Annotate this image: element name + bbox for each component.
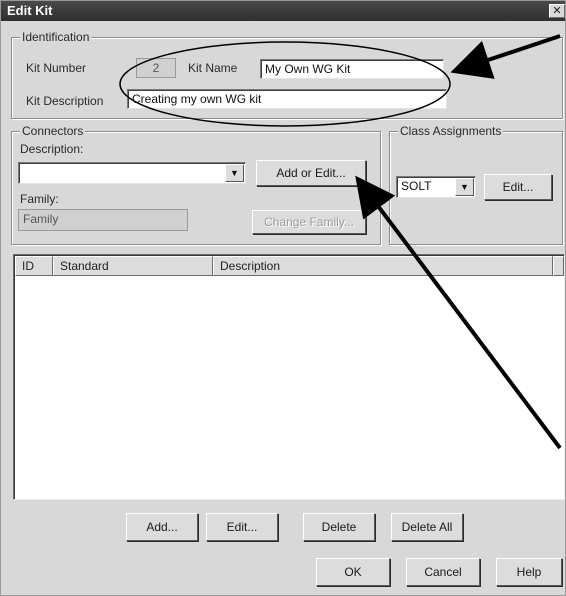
connectors-legend: Connectors (20, 124, 86, 138)
help-button[interactable]: Help (496, 558, 562, 586)
connector-description-label: Description: (20, 142, 84, 156)
close-icon[interactable]: ✕ (549, 4, 565, 18)
kit-number-field: 2 (136, 58, 176, 78)
class-edit-button[interactable]: Edit... (484, 174, 552, 200)
connector-description-combo[interactable] (18, 162, 246, 184)
identification-legend: Identification (20, 30, 92, 44)
title-bar[interactable]: Edit Kit ✕ (1, 1, 565, 21)
kit-name-input[interactable]: My Own WG Kit (260, 59, 444, 79)
family-label: Family: (20, 192, 59, 206)
column-header-description[interactable]: Description (213, 256, 553, 276)
column-header-id[interactable]: ID (15, 256, 53, 276)
kit-name-label: Kit Name (188, 61, 238, 75)
chevron-down-icon[interactable]: ▼ (455, 178, 474, 196)
kit-description-input[interactable]: Creating my own WG kit (127, 89, 447, 109)
chevron-down-icon[interactable]: ▼ (225, 164, 244, 182)
dialog-title: Edit Kit (7, 3, 53, 18)
edit-kit-dialog: Edit Kit ✕ Identification Kit Number 2 K… (0, 0, 566, 596)
family-field: Family (18, 209, 188, 231)
column-header-standard[interactable]: Standard (53, 256, 213, 276)
delete-all-button[interactable]: Delete All (391, 513, 463, 541)
standards-list[interactable]: ID Standard Description (13, 254, 565, 500)
add-or-edit-button[interactable]: Add or Edit... (256, 160, 366, 186)
column-header-filler (553, 256, 564, 276)
ok-button[interactable]: OK (316, 558, 390, 586)
kit-description-label: Kit Description (26, 94, 104, 108)
change-family-button[interactable]: Change Family... (252, 210, 366, 234)
class-assignments-group: Class Assignments SOLT ▼ Edit... (389, 124, 563, 245)
connectors-group: Connectors Description: ▼ Add or Edit...… (11, 124, 381, 245)
class-assignments-legend: Class Assignments (398, 124, 504, 138)
delete-button[interactable]: Delete (303, 513, 375, 541)
edit-button[interactable]: Edit... (206, 513, 278, 541)
identification-group: Identification Kit Number 2 Kit Name My … (11, 30, 563, 119)
kit-number-label: Kit Number (26, 61, 87, 75)
cancel-button[interactable]: Cancel (406, 558, 480, 586)
add-button[interactable]: Add... (126, 513, 198, 541)
